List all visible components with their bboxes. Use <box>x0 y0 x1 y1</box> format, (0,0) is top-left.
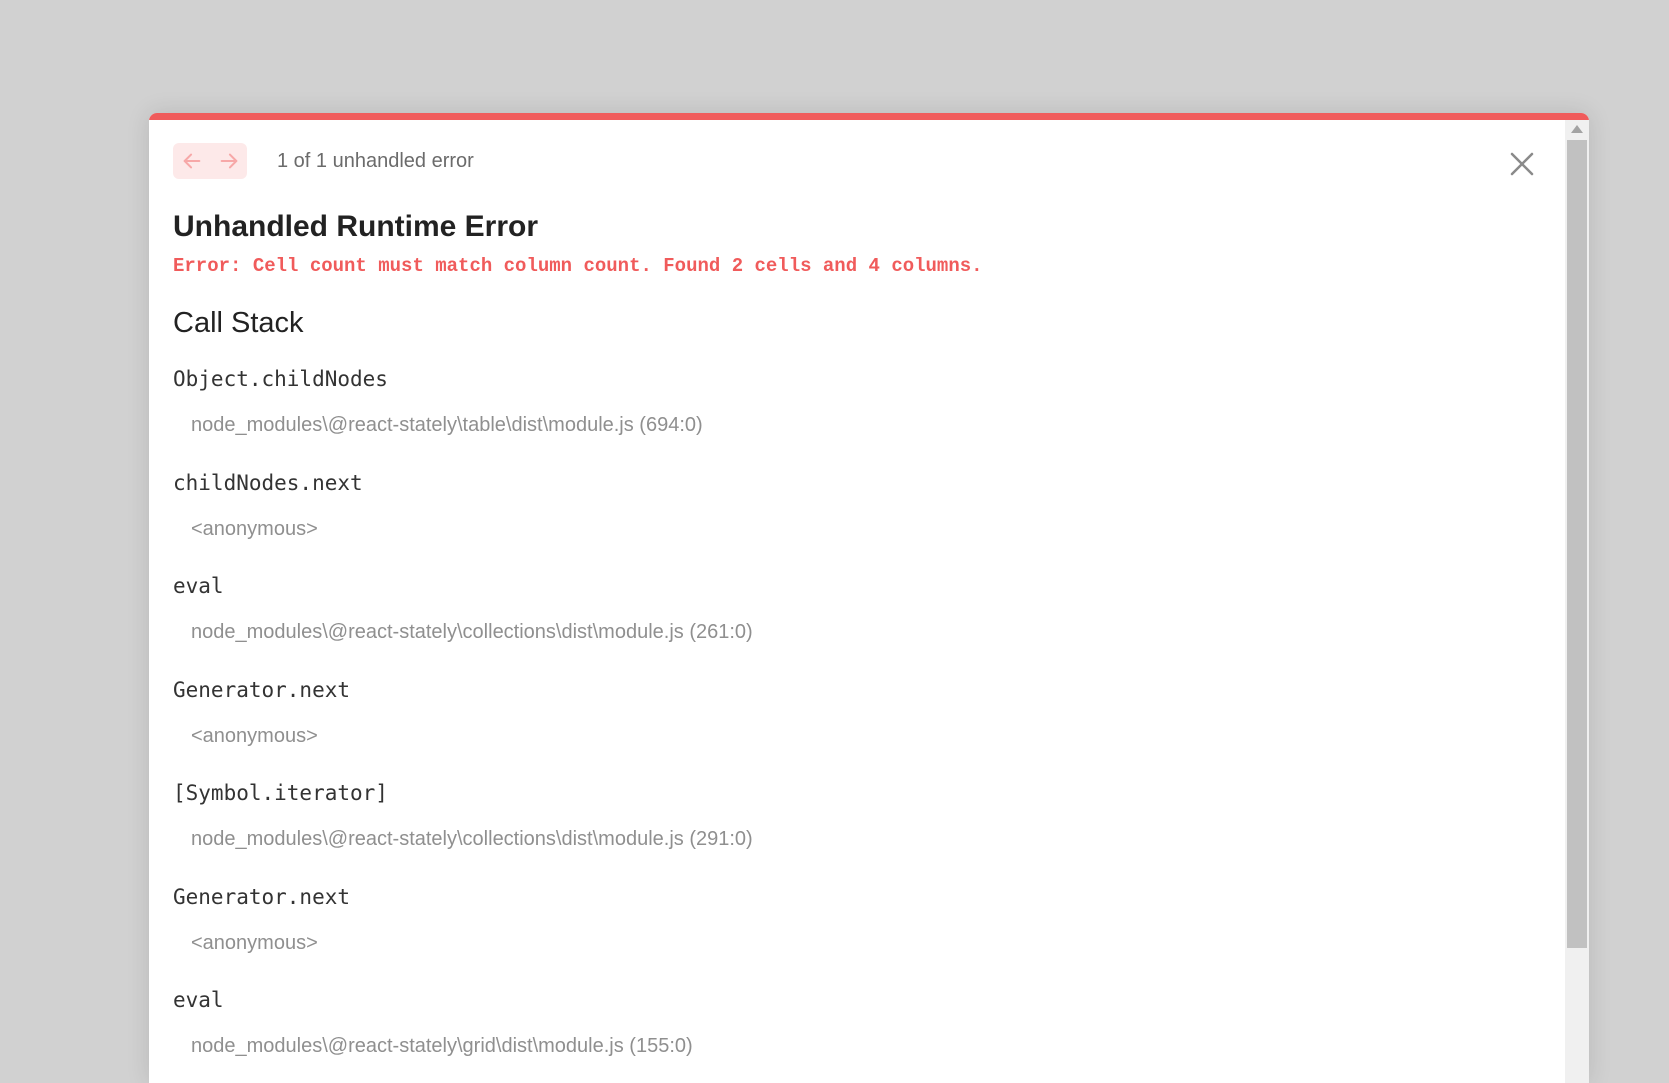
frame-function-name: Generator.next <box>173 677 351 702</box>
scrollbar-thumb[interactable] <box>1567 140 1587 948</box>
triangle-up-icon <box>1571 125 1583 133</box>
close-icon <box>1510 152 1534 176</box>
frame-location: <anonymous> <box>191 724 318 747</box>
frame-location[interactable]: node_modules\@react-stately\table\dist\m… <box>191 414 703 437</box>
frame-function-name: Generator.next <box>173 884 351 909</box>
frame-location: <anonymous> <box>191 517 318 540</box>
frame-function-name: childNodes.next <box>173 470 363 495</box>
scroll-up-button[interactable] <box>1565 120 1589 138</box>
frame-location[interactable]: node_modules\@react-stately\collections\… <box>191 621 753 644</box>
frame-location[interactable]: node_modules\@react-stately\collections\… <box>191 828 753 851</box>
frame-location: <anonymous> <box>191 931 318 954</box>
error-count-label: 1 of 1 unhandled error <box>277 149 474 172</box>
frame-location[interactable]: node_modules\@react-stately\grid\dist\mo… <box>191 1035 693 1058</box>
frame-function-name: Object.childNodes <box>173 367 388 391</box>
frame-function-name: eval <box>173 574 224 598</box>
error-title: Unhandled Runtime Error <box>173 210 539 243</box>
error-nav-buttons <box>173 143 247 179</box>
error-message: Error: Cell count must match column coun… <box>173 255 983 277</box>
frame-function-name: eval <box>173 988 224 1012</box>
frame-function-name: [Symbol.iterator] <box>173 781 388 805</box>
error-navigation: 1 of 1 unhandled error <box>173 143 474 179</box>
arrow-right-icon <box>220 153 237 169</box>
call-stack-title: Call Stack <box>173 307 304 339</box>
error-accent-bar <box>149 113 1589 120</box>
error-overlay-dialog: 1 of 1 unhandled error Unhandled Runtime… <box>149 113 1589 1083</box>
prev-error-button[interactable] <box>177 146 207 176</box>
vertical-scrollbar[interactable] <box>1565 120 1589 1083</box>
close-button[interactable] <box>1507 149 1537 179</box>
arrow-left-icon <box>183 153 200 169</box>
next-error-button[interactable] <box>214 146 244 176</box>
